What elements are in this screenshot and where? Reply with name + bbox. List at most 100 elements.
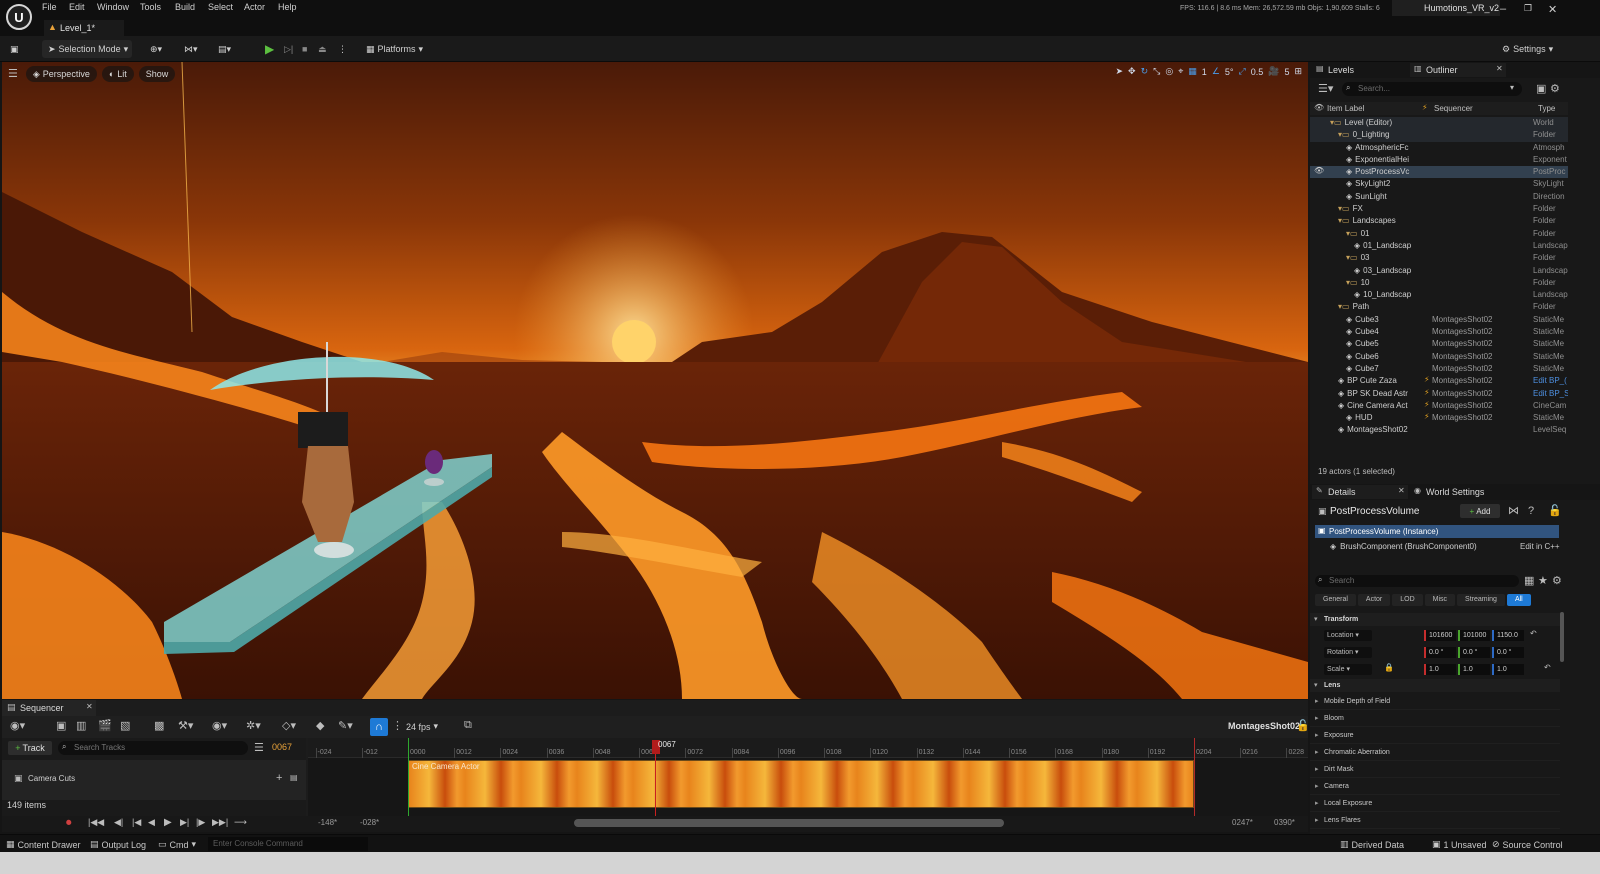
key-tools-icon[interactable]: ⚒▾ [178, 721, 193, 732]
outliner-row[interactable]: ◈ Cube6 MontagesShot02 StaticMe [1310, 351, 1568, 363]
filter-streaming[interactable]: Streaming [1457, 594, 1505, 606]
outliner-row[interactable]: ◈ Cube5 MontagesShot02 StaticMe [1310, 338, 1568, 350]
add-cut-icon[interactable]: + [276, 773, 282, 784]
scale-snap-value[interactable]: 0.5 [1251, 67, 1264, 77]
filter-icon[interactable]: ☰▾ [1318, 84, 1333, 95]
outliner-tab[interactable]: ▥ Outliner ✕ [1410, 63, 1506, 77]
location-y-field[interactable]: 101000 [1458, 630, 1490, 641]
add-component-button[interactable]: + Add [1460, 504, 1500, 518]
sequence-name[interactable]: MontagesShot02 [1228, 721, 1300, 731]
grid-snap-value[interactable]: 1 [1202, 67, 1207, 77]
save-sequence-icon[interactable]: ▣ [56, 721, 66, 732]
platforms-dropdown[interactable]: ▦ Platforms ▾ [366, 41, 423, 57]
add-track-button[interactable]: + Track [8, 741, 52, 755]
table-view-icon[interactable]: ▦ [1524, 576, 1534, 587]
add-actor-icon[interactable]: ⊕▾ [150, 41, 162, 57]
view-options-icon[interactable]: ◉▾ [212, 721, 227, 732]
unreal-logo-icon[interactable]: U [6, 4, 32, 30]
record-icon[interactable]: ⏺ [66, 818, 72, 829]
category-mobile-dof[interactable]: Mobile Depth of Field [1310, 694, 1560, 710]
more-options-icon[interactable]: ⋮ [338, 41, 347, 57]
filter-all[interactable]: All [1506, 594, 1531, 606]
chevron-down-icon[interactable]: ▾ [1510, 84, 1514, 92]
menu-select[interactable]: Select [208, 2, 233, 12]
category-chromatic-aberration[interactable]: Chromatic Aberration [1310, 745, 1560, 761]
reset-icon[interactable]: ↶ [1530, 630, 1537, 638]
menu-file[interactable]: File [42, 2, 57, 12]
outliner-row[interactable]: ▾▭ Path Folder [1310, 301, 1568, 313]
step-forward-icon[interactable]: ▶| [180, 818, 189, 827]
outliner-row[interactable]: ◈ MontagesShot02 LevelSeq [1310, 424, 1568, 436]
curve-editor-icon[interactable]: ⧉ [464, 720, 472, 731]
category-bloom[interactable]: Bloom [1310, 711, 1560, 727]
settings-icon[interactable]: ⚙ [1552, 576, 1562, 587]
rotation-y-field[interactable]: 0.0 ° [1458, 647, 1490, 658]
column-sequencer[interactable]: Sequencer [1434, 104, 1473, 113]
outliner-row[interactable]: 👁 ◈ PostProcessVc PostProc [1310, 166, 1568, 179]
save-icon[interactable]: ▣ [10, 41, 19, 57]
outliner-row[interactable]: ▾▭ Level (Editor) World [1310, 117, 1568, 130]
close-icon[interactable]: ✕ [1548, 3, 1557, 16]
snap-options-icon[interactable]: ⋮ [392, 721, 403, 732]
angle-snap-icon[interactable]: ∠ [1212, 66, 1220, 77]
settings-button[interactable]: ⚙ Settings ▾ [1502, 41, 1553, 57]
reverse-play-icon[interactable]: ◀ [148, 818, 155, 827]
outliner-row[interactable]: ◈ Cine Camera Act ⚡ MontagesShot02 CineCam [1310, 400, 1568, 412]
perspective-button[interactable]: ◈ Perspective [25, 66, 97, 82]
category-dirt-mask[interactable]: Dirt Mask [1310, 762, 1560, 778]
cinematics-icon[interactable]: ▤▾ [218, 41, 231, 57]
filter-actor[interactable]: Actor [1357, 594, 1391, 606]
working-end-time[interactable]: 0247* [1232, 818, 1253, 827]
details-scrollbar[interactable] [1560, 612, 1564, 662]
layout-icon[interactable]: ⊞ [1294, 66, 1302, 77]
scale-snap-icon[interactable]: ⤢ [1239, 66, 1246, 77]
details-search-input[interactable]: ⌕ Search [1315, 575, 1519, 587]
play-sequence-icon[interactable]: ▶ [164, 818, 172, 828]
edit-blueprint-link[interactable]: Edit BP_S [1533, 389, 1568, 398]
scale-y-field[interactable]: 1.0 [1458, 664, 1490, 675]
lens-section-header[interactable]: ▾ Lens [1310, 679, 1560, 692]
edit-in-cpp-link[interactable]: Edit in C++ [1520, 542, 1560, 551]
visibility-eye-icon[interactable]: 👁 [1314, 166, 1324, 175]
level-viewport[interactable]: ☰ ◈ Perspective ◐ Lit Show ➤ ✥ ↻ ⤡ ◎ ⌖ ▦… [2, 62, 1308, 699]
menu-help[interactable]: Help [278, 2, 297, 12]
angle-snap-value[interactable]: 5° [1225, 67, 1234, 77]
outliner-row[interactable]: ◈ BP Cute Zaza ⚡ MontagesShot02 Edit BP_( [1310, 375, 1568, 387]
outliner-search-input[interactable]: ⌕ Search... ▾ [1342, 82, 1522, 96]
camera-speed-icon[interactable]: 🎥 [1268, 66, 1279, 77]
output-log-button[interactable]: ▤ Output Log [90, 839, 146, 850]
help-icon[interactable]: ? [1528, 506, 1534, 517]
rotation-dropdown[interactable]: Rotation ▾ [1324, 647, 1372, 658]
outliner-row[interactable]: ▾▭ 03 Folder [1310, 252, 1568, 264]
outliner-row[interactable]: ◈ ExponentialHei Exponent [1310, 154, 1568, 166]
current-frame-field[interactable]: 0067 [272, 742, 292, 752]
cmd-dropdown[interactable]: ▭ Cmd ▾ [158, 839, 196, 850]
filter-misc[interactable]: Misc [1424, 594, 1456, 606]
filter-general[interactable]: General [1315, 594, 1356, 606]
outliner-row[interactable]: ◈ SkyLight2 SkyLight [1310, 178, 1568, 190]
scale-icon[interactable]: ⤡ [1153, 66, 1160, 77]
scale-z-field[interactable]: 1.0 [1492, 664, 1524, 675]
playback-options-icon[interactable]: ✲▾ [246, 721, 261, 732]
menu-actor[interactable]: Actor [244, 2, 265, 12]
lock-icon[interactable]: 🔒 [1384, 664, 1394, 672]
edit-blueprint-link[interactable]: Edit BP_( [1533, 376, 1568, 385]
outliner-row[interactable]: ◈ Cube4 MontagesShot02 StaticMe [1310, 326, 1568, 338]
camera-cut-icon[interactable]: ▧ [120, 721, 130, 732]
outliner-row[interactable]: ◈ 03_Landscap Landscap [1310, 265, 1568, 277]
outliner-row[interactable]: ◈ Cube7 MontagesShot02 StaticMe [1310, 363, 1568, 375]
rotation-x-field[interactable]: 0.0 ° [1424, 647, 1456, 658]
outliner-row[interactable]: ◈ 10_Landscap Landscap [1310, 289, 1568, 301]
search-tracks-input[interactable]: ⌕ Search Tracks [58, 741, 248, 755]
scale-dropdown[interactable]: Scale ▾ [1324, 664, 1372, 675]
filter-icon[interactable]: ☰ [254, 743, 264, 754]
outliner-row[interactable]: ◈ SunLight Direction [1310, 191, 1568, 203]
jump-start-icon[interactable]: |◀◀ [88, 818, 104, 827]
menu-edit[interactable]: Edit [69, 2, 85, 12]
next-key-icon[interactable]: |▶ [196, 818, 205, 827]
maximize-icon[interactable]: ❐ [1524, 3, 1532, 14]
outliner-row[interactable]: ◈ HUD ⚡ MontagesShot02 StaticMe [1310, 412, 1568, 424]
derived-data-button[interactable]: ▥ Derived Data [1340, 839, 1404, 850]
outliner-row[interactable]: ◈ 01_Landscap Landscap [1310, 240, 1568, 252]
favorite-star-icon[interactable]: ★ [1538, 576, 1548, 587]
